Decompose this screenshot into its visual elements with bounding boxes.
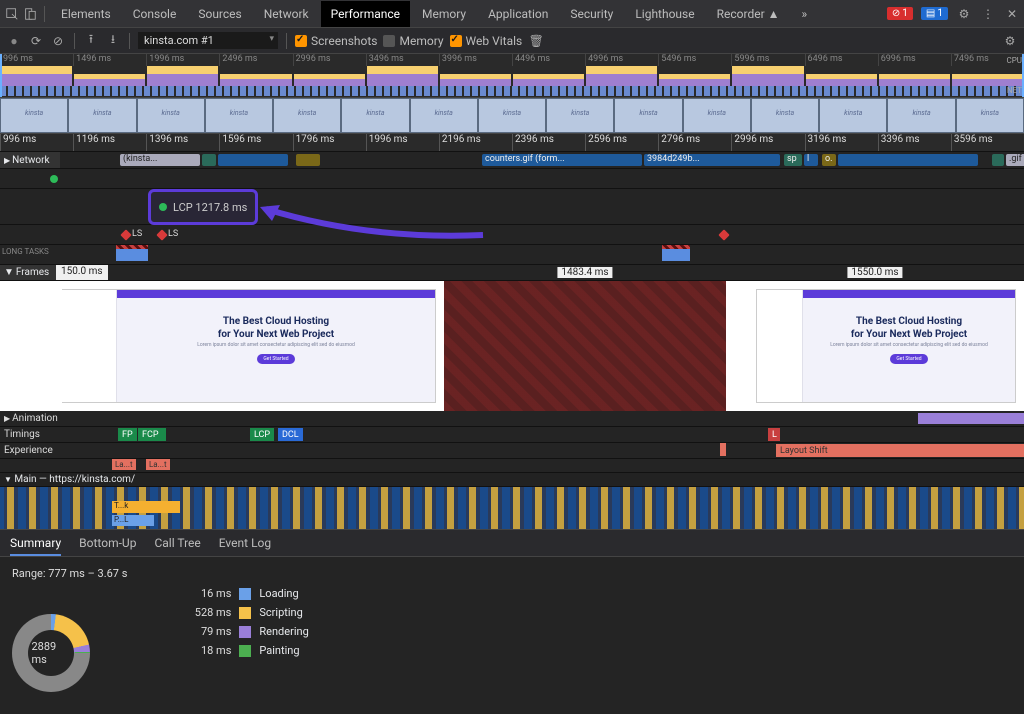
- tab-application[interactable]: Application: [478, 1, 558, 27]
- perf-toolbar: ● ⟳ ⊘ ⭱ ⭳ kinsta.com #1 Screenshots Memo…: [0, 28, 1024, 54]
- tab-summary[interactable]: Summary: [10, 536, 61, 556]
- tab-security[interactable]: Security: [560, 1, 623, 27]
- dcl-marker[interactable]: DCL: [278, 428, 303, 441]
- tab-sources[interactable]: Sources: [188, 1, 251, 27]
- frame-time-3: 1550.0 ms: [847, 267, 902, 278]
- summary-panel: Range: 777 ms – 3.67 s 2889 ms 16 msLoad…: [0, 557, 1024, 702]
- tab-eventlog[interactable]: Event Log: [219, 536, 271, 550]
- tab-elements[interactable]: Elements: [51, 1, 121, 27]
- clear-icon[interactable]: ⊘: [50, 33, 66, 49]
- close-icon[interactable]: ✕: [1004, 6, 1020, 22]
- tab-memory[interactable]: Memory: [412, 1, 476, 27]
- network-request[interactable]: l: [804, 154, 818, 166]
- lcp-timing-marker[interactable]: LCP: [250, 428, 274, 441]
- network-request[interactable]: counters.gif (form...: [482, 154, 642, 166]
- animation-track[interactable]: ▶Animation: [0, 411, 1024, 427]
- device-icon[interactable]: [22, 6, 38, 22]
- devtools-tabbar: Elements Console Sources Network Perform…: [0, 0, 1024, 28]
- lcp-marker-icon: [159, 203, 167, 211]
- error-badge[interactable]: ⊘ 1: [887, 7, 913, 20]
- gear-icon[interactable]: ⚙: [956, 6, 972, 22]
- experience-chips: La...t La...t: [0, 459, 1024, 473]
- layout-chip-2[interactable]: La...t: [146, 459, 170, 470]
- kebab-icon[interactable]: ⋮: [980, 6, 996, 22]
- fp-marker[interactable]: FP: [118, 428, 137, 441]
- tab-recorder[interactable]: Recorder ▲: [707, 1, 790, 27]
- network-request[interactable]: (kinsta...: [120, 154, 200, 166]
- tab-calltree[interactable]: Call Tree: [154, 536, 200, 550]
- flame-task[interactable]: T...k: [112, 501, 180, 513]
- vitals-row-1: [0, 169, 1024, 189]
- record-icon[interactable]: ●: [6, 33, 22, 49]
- network-request[interactable]: [218, 154, 288, 166]
- tab-bottomup[interactable]: Bottom-Up: [79, 536, 136, 550]
- trash-icon[interactable]: 🗑: [528, 33, 544, 49]
- network-request[interactable]: sp: [784, 154, 802, 166]
- tab-performance[interactable]: Performance: [321, 1, 410, 27]
- legend-row: 16 msLoading: [177, 587, 308, 600]
- long-tasks-label: LONG TASKS: [2, 247, 49, 256]
- main-ruler: 996 ms1196 ms1396 ms 1596 ms1796 ms1996 …: [0, 134, 1024, 152]
- reload-icon[interactable]: ⟳: [28, 33, 44, 49]
- long-tasks-track[interactable]: LONG TASKS: [0, 245, 1024, 265]
- flame-chart[interactable]: T...k P...L: [0, 487, 1024, 529]
- ls-marker-2[interactable]: [156, 229, 167, 240]
- tab-lighthouse[interactable]: Lighthouse: [625, 1, 704, 27]
- range-text: Range: 777 ms – 3.67 s: [12, 567, 127, 580]
- lcp-callout[interactable]: LCP 1217.8 ms: [148, 189, 258, 225]
- tab-network[interactable]: Network: [254, 1, 319, 27]
- network-request[interactable]: 3984d249b...: [644, 154, 780, 166]
- screenshots-toggle[interactable]: Screenshots: [295, 34, 377, 48]
- ls-marker-1[interactable]: [120, 229, 131, 240]
- message-badge[interactable]: ▤ 1: [921, 7, 948, 20]
- experience-track[interactable]: Experience Layout Shift: [0, 443, 1024, 459]
- main-thread-header[interactable]: ▼ Main — https://kinsta.com/: [0, 473, 1024, 487]
- overview-ruler: 996 ms1496 ms1996 ms 2496 ms2996 ms3496 …: [0, 54, 1024, 66]
- fcp-marker[interactable]: FCP: [138, 428, 166, 441]
- fcp-marker[interactable]: [50, 175, 58, 183]
- animation-bar[interactable]: [918, 413, 1024, 424]
- legend-row: 528 msScripting: [177, 606, 308, 619]
- overview-timeline[interactable]: 996 ms1496 ms1996 ms 2496 ms2996 ms3496 …: [0, 54, 1024, 98]
- network-request[interactable]: o.: [822, 154, 836, 166]
- frame-time-2: 1483.4 ms: [557, 267, 612, 278]
- perf-settings-icon[interactable]: ⚙: [1002, 33, 1018, 49]
- network-request[interactable]: [202, 154, 216, 166]
- download-icon[interactable]: ⭳: [105, 33, 121, 49]
- webvitals-toggle[interactable]: Web Vitals: [450, 34, 523, 48]
- summary-tabbar: Summary Bottom-Up Call Tree Event Log: [0, 529, 1024, 557]
- memory-toggle[interactable]: Memory: [383, 34, 443, 48]
- ls-label-1: LS: [132, 229, 142, 239]
- tab-console[interactable]: Console: [123, 1, 187, 27]
- tab-overflow[interactable]: »: [792, 1, 818, 27]
- upload-icon[interactable]: ⭱: [83, 33, 99, 49]
- ls-marker-3[interactable]: [718, 229, 729, 240]
- network-request[interactable]: [838, 154, 978, 166]
- recording-dropdown[interactable]: kinsta.com #1: [138, 32, 278, 49]
- flame-parse[interactable]: P...L: [112, 515, 154, 526]
- network-track[interactable]: ▶Network (kinsta...counters.gif (form...…: [0, 152, 1024, 169]
- donut-total: 2889 ms: [32, 640, 71, 666]
- net-label: NET: [1007, 86, 1022, 95]
- layout-shift-bar[interactable]: Layout Shift: [776, 444, 1024, 457]
- layout-chip-1[interactable]: La...t: [112, 459, 136, 470]
- inspect-icon[interactable]: [4, 6, 20, 22]
- legend-row: 18 msPainting: [177, 644, 308, 657]
- legend-row: 79 msRendering: [177, 625, 308, 638]
- network-request[interactable]: [296, 154, 320, 166]
- layout-shift-tick[interactable]: [720, 443, 726, 456]
- timings-track[interactable]: Timings FP FCP LCP DCL L: [0, 427, 1024, 443]
- network-request[interactable]: .gif (form...: [1006, 154, 1024, 166]
- screenshots-strip[interactable]: [0, 98, 1024, 134]
- load-marker[interactable]: L: [768, 428, 780, 441]
- frame-time-1: 150.0 ms: [56, 265, 108, 280]
- ls-label-2: LS: [168, 229, 178, 239]
- vitals-row-lcp: LCP 1217.8 ms: [0, 189, 1024, 225]
- network-request[interactable]: [992, 154, 1004, 166]
- summary-donut: 2889 ms: [12, 614, 90, 692]
- cpu-label: CPU: [1007, 56, 1022, 65]
- vitals-row-ls: LS LS: [0, 225, 1024, 245]
- frames-track[interactable]: The Best Cloud Hosting for Your Next Web…: [0, 281, 1024, 411]
